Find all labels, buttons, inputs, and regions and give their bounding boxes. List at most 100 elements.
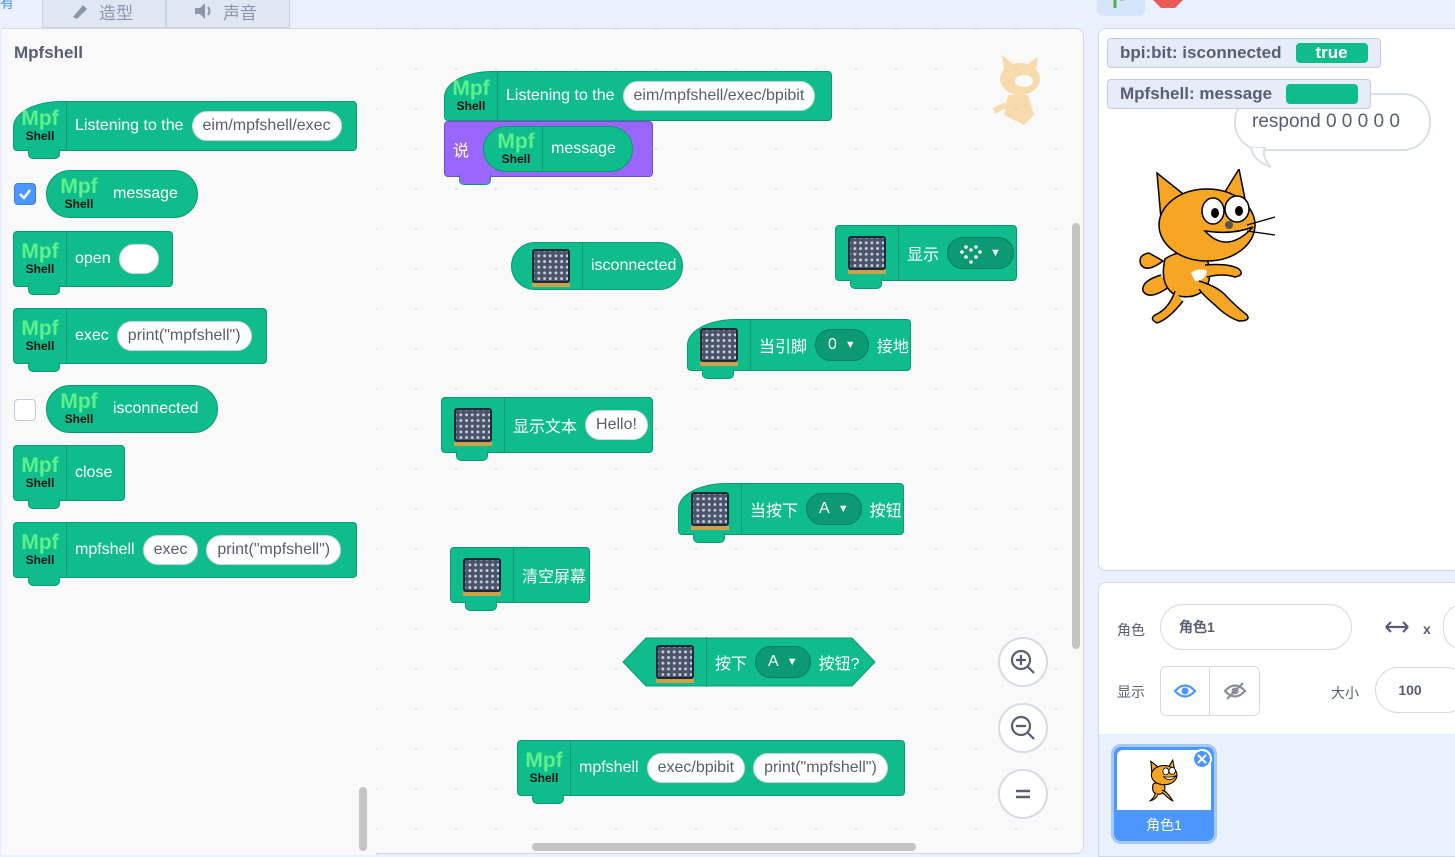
clear-screen-block[interactable]: 清空屏幕	[450, 547, 590, 611]
stage[interactable]: bpi:bit: isconnected true respond 0 0 0 …	[1098, 28, 1455, 571]
block-label: open	[75, 250, 111, 267]
show-visible-button[interactable]	[1160, 666, 1210, 716]
workspace-vertical-scrollbar[interactable]	[1072, 223, 1080, 649]
mpfshell-icon: Mpf Shell	[53, 386, 105, 432]
cat-sprite[interactable]	[1135, 169, 1285, 325]
message-reporter[interactable]: Mpf Shell message	[483, 126, 634, 172]
chevron-down-icon: ▼	[837, 503, 849, 515]
mpfshell-icon: Mpf Shell	[14, 232, 67, 286]
button-dropdown[interactable]: A ▼	[755, 646, 811, 678]
zoom-in-button[interactable]	[998, 637, 1048, 687]
delete-sprite-button[interactable]	[1192, 749, 1212, 769]
isconnected-monitor-checkbox[interactable]	[14, 399, 36, 421]
mpfshell-arg2-input[interactable]: print("mpfshell")	[206, 535, 342, 565]
when-pin-hat-block[interactable]: 当引脚 0 ▼ 接地	[687, 319, 911, 379]
zoom-out-icon	[1010, 715, 1035, 740]
palette-close-block[interactable]: Mpf Shell close	[13, 445, 125, 509]
mpfshell-icon: Mpf Shell	[14, 446, 67, 500]
microbit-icon	[451, 548, 514, 602]
show-hidden-button[interactable]	[1210, 666, 1260, 716]
mpf-logo-bottom: Shell	[25, 339, 55, 353]
mpf-logo-bottom: Shell	[529, 771, 559, 785]
mpf-logo-top: Mpf	[60, 175, 98, 198]
stop-button[interactable]	[1153, 0, 1183, 8]
icon-dropdown[interactable]: ▼	[947, 237, 1014, 269]
block-label: 显示文本	[513, 419, 578, 436]
tab-sounds-label: 声音	[223, 3, 257, 23]
palette-message-reporter[interactable]: Mpf Shell message	[46, 170, 198, 218]
mpfshell-arg2-input[interactable]: print("mpfshell")	[753, 753, 888, 783]
sprite-list: 角色1	[1098, 734, 1455, 857]
mpf-logo-bottom: Shell	[25, 129, 55, 143]
when-button-hat-block[interactable]: 当按下 A ▼ 按钮	[678, 483, 904, 543]
monitor-label: bpi:bit: isconnected	[1120, 43, 1282, 62]
mpfshell-icon: Mpf Shell	[14, 309, 67, 363]
palette-exec-block[interactable]: Mpf Shell exec print("mpfshell")	[13, 308, 267, 372]
mpf-logo-bottom: Shell	[25, 476, 55, 490]
mpfshell-exec-block[interactable]: Mpf Shell mpfshell exec/bpibit print("mpf…	[517, 740, 905, 804]
tab-costumes[interactable]: 造型	[42, 0, 166, 28]
block-label: 接地	[876, 339, 909, 356]
button-dropdown[interactable]: A ▼	[806, 493, 862, 525]
mpf-logo-bottom: Shell	[456, 99, 486, 113]
message-monitor-checkbox[interactable]	[14, 183, 36, 205]
script-workspace[interactable]: Mpf Shell Listening to the eim/mpfshell/e…	[376, 28, 1084, 854]
block-label: message	[113, 185, 178, 202]
sprite-name-input[interactable]: 角色1	[1160, 604, 1352, 650]
sprite-thumbnail[interactable]: 角色1	[1111, 744, 1217, 844]
mpf-logo-top: Mpf	[21, 107, 59, 130]
isconnected-monitor[interactable]: bpi:bit: isconnected true	[1107, 38, 1381, 68]
size-input[interactable]: 100	[1375, 667, 1455, 713]
size-label: 大小	[1331, 685, 1359, 701]
block-label: 显示	[907, 247, 940, 264]
topic-input[interactable]: eim/mpfshell/exec	[191, 111, 342, 141]
palette-scrollbar[interactable]	[359, 787, 367, 851]
monitor-value	[1286, 84, 1359, 104]
mpfshell-arg1-input[interactable]: exec	[142, 535, 199, 565]
sprite-info-panel: 角色 角色1 x 显示 大小 100	[1098, 582, 1455, 736]
message-monitor[interactable]: Mpfshell: message	[1107, 79, 1372, 109]
microbit-icon	[836, 226, 899, 280]
palette-listen-block[interactable]: Mpf Shell Listening to the eim/mpfshell/e…	[13, 101, 357, 159]
topic-input[interactable]: eim/mpfshell/exec/bpibit	[622, 81, 816, 111]
block-label: 按下	[715, 656, 748, 673]
mpfshell-icon: Mpf Shell	[445, 72, 498, 120]
chevron-down-icon: ▼	[990, 247, 1001, 259]
palette-isconnected-reporter[interactable]: Mpf Shell isconnected	[46, 385, 218, 433]
button-pressed-boolean[interactable]: 按下 A ▼ 按钮?	[622, 637, 876, 687]
zoom-out-button[interactable]	[998, 703, 1048, 753]
show-text-block[interactable]: 显示文本 Hello!	[441, 397, 653, 461]
tab-sounds[interactable]: 声音	[166, 0, 290, 28]
listen-hat-block[interactable]: Mpf Shell Listening to the eim/mpfshell/e…	[444, 71, 832, 121]
zoom-reset-button[interactable]	[998, 769, 1048, 819]
sprite-watermark-icon	[992, 55, 1040, 125]
microbit-icon	[520, 243, 583, 289]
palette-open-block[interactable]: Mpf Shell open	[13, 231, 173, 295]
green-flag-button[interactable]	[1097, 0, 1145, 16]
open-input[interactable]	[118, 244, 159, 274]
speech-bubble-tail	[1249, 147, 1272, 168]
speaker-icon	[195, 3, 211, 19]
mpf-logo-bottom: Shell	[501, 152, 531, 166]
brush-icon	[73, 5, 87, 19]
text-input[interactable]: Hello!	[585, 410, 648, 440]
mpfshell-arg1-input[interactable]: exec/bpibit	[646, 753, 746, 783]
show-icon-block[interactable]: 显示 ▼	[835, 225, 1017, 289]
mpf-logo-top: Mpf	[21, 317, 59, 340]
code-tab-edge[interactable]: 有	[0, 0, 14, 10]
mpfshell-icon: Mpf Shell	[490, 127, 544, 171]
mpfshell-icon: Mpf Shell	[14, 102, 67, 150]
mpf-logo-top: Mpf	[452, 77, 490, 100]
speech-text: respond 0 0 0 0 0	[1252, 111, 1400, 132]
block-label: Listening to the	[75, 117, 184, 134]
green-flag-icon	[1113, 0, 1125, 8]
mpf-logo-top: Mpf	[21, 531, 59, 554]
x-input[interactable]	[1443, 604, 1455, 650]
pin-dropdown[interactable]: 0 ▼	[815, 329, 869, 361]
workspace-horizontal-scrollbar[interactable]	[532, 843, 916, 851]
isconnected-reporter[interactable]: isconnected	[511, 242, 683, 290]
exec-input[interactable]: print("mpfshell")	[116, 321, 252, 351]
eye-icon	[1173, 684, 1197, 698]
palette-mpfshell-block[interactable]: Mpf Shell mpfshell exec print("mpfshell")	[13, 522, 357, 586]
say-block[interactable]: 说 Mpf Shell message	[444, 121, 653, 185]
